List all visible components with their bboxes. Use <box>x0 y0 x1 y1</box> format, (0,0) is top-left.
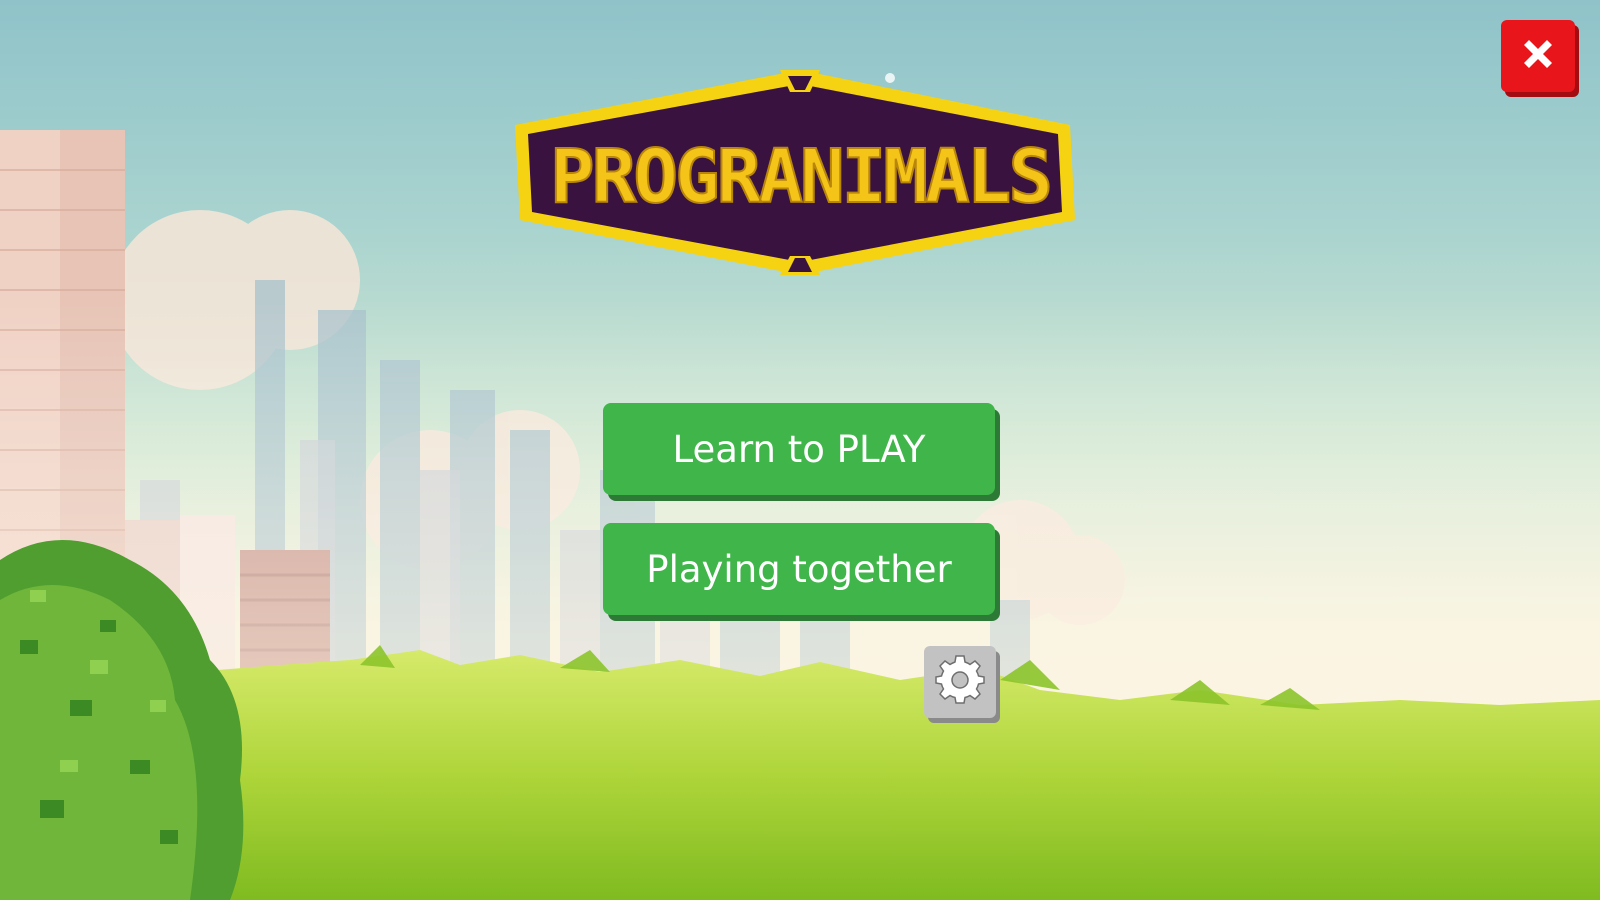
close-button[interactable] <box>1501 20 1575 92</box>
game-logo: PROGRANIMALS <box>510 70 1090 280</box>
learn-to-play-button[interactable]: Learn to PLAY <box>603 403 995 495</box>
playing-together-label: Playing together <box>646 547 952 591</box>
playing-together-button[interactable]: Playing together <box>603 523 995 615</box>
learn-to-play-label: Learn to PLAY <box>672 427 926 471</box>
main-menu-screen: PROGRANIMALS Learn to PLAY Playing toget… <box>0 0 1600 900</box>
logo-text: PROGRANIMALS <box>550 134 1050 220</box>
close-icon <box>1518 34 1558 78</box>
gear-icon <box>935 655 985 709</box>
settings-button[interactable] <box>924 646 996 718</box>
